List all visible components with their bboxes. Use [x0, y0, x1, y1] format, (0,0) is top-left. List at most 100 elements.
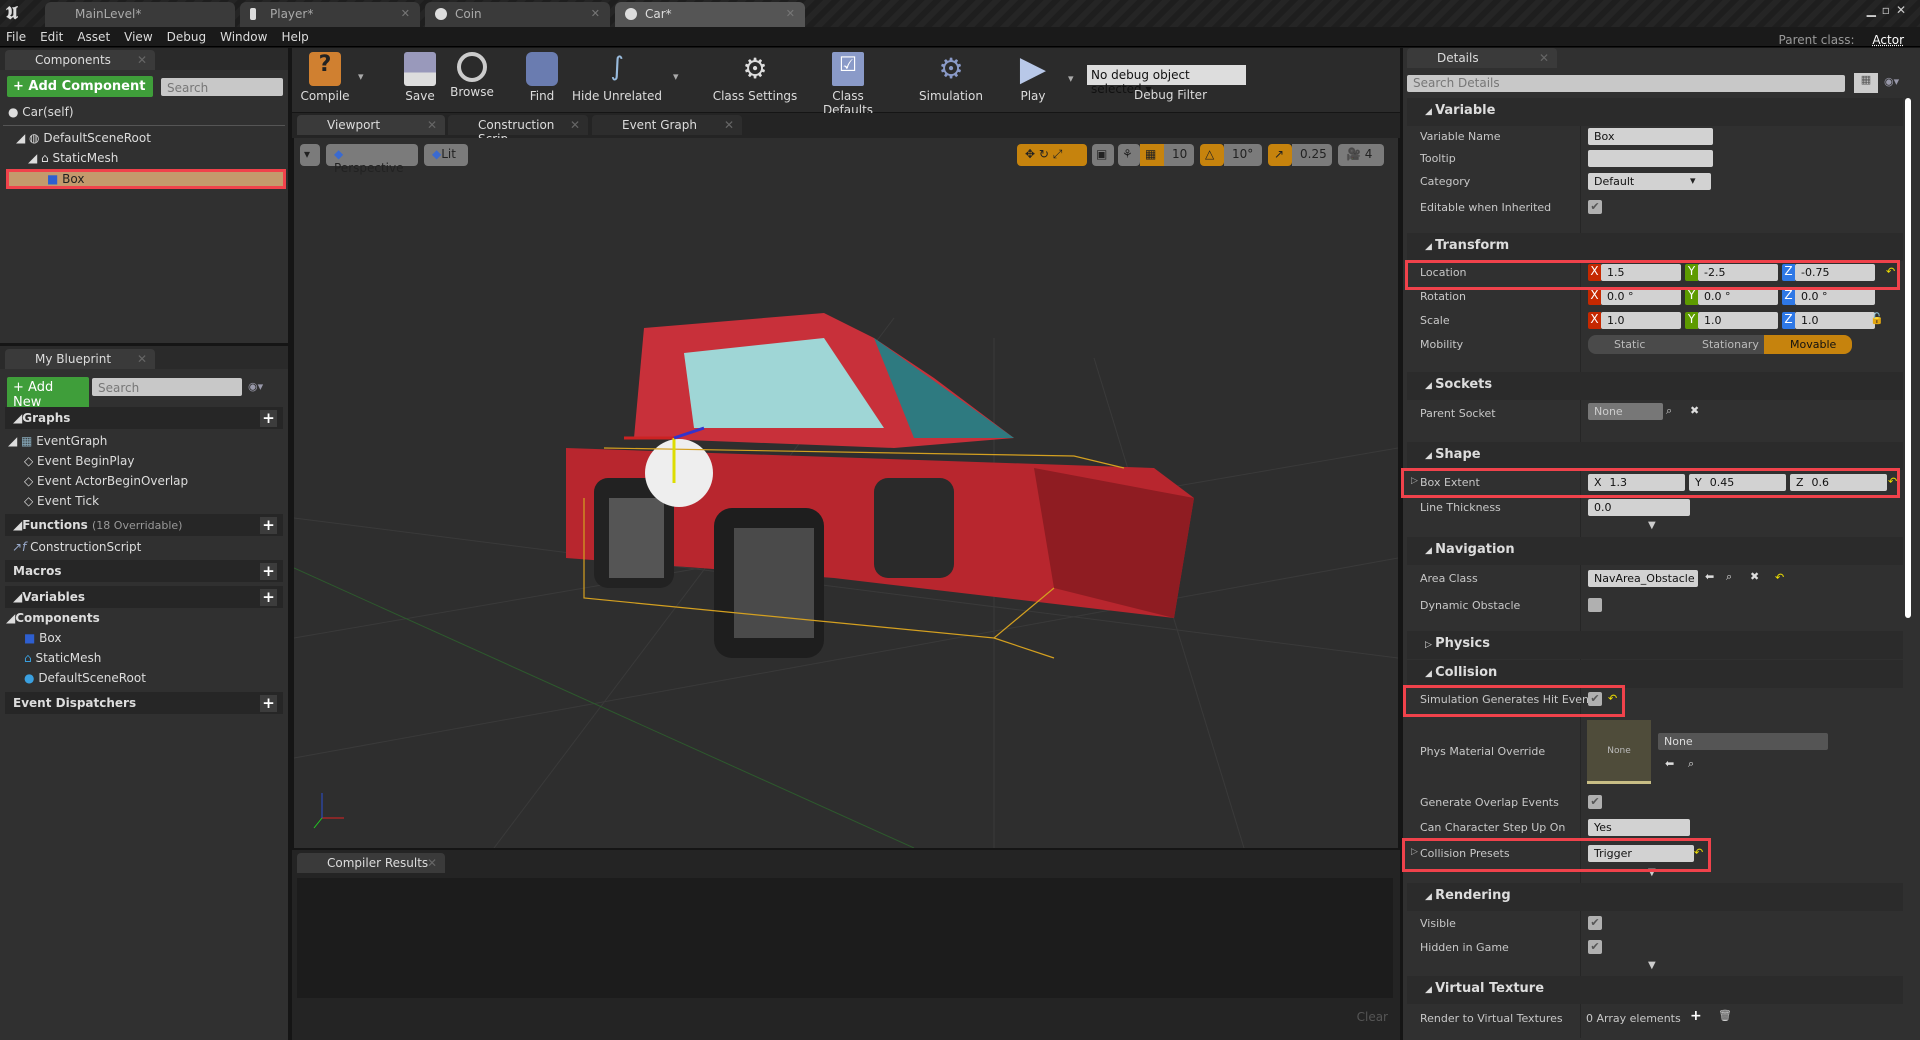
camera-speed-button[interactable]: 🎥 4	[1338, 144, 1384, 166]
components-tab[interactable]: Components ✕	[5, 50, 155, 70]
rotation-snap-value[interactable]: 10°	[1224, 144, 1262, 166]
menu-file[interactable]: File	[0, 27, 34, 44]
rotation-snap-toggle[interactable]: △	[1200, 144, 1224, 166]
tree-item-constructionscript[interactable]: ↗f ConstructionScript	[12, 540, 141, 554]
transform-tools[interactable]: ✥ ↻ ⤢	[1017, 144, 1087, 166]
class-settings-button[interactable]: ⚙ Class Settings	[712, 52, 798, 103]
tab-viewport[interactable]: Viewport ✕	[297, 115, 445, 135]
tree-item-staticmesh[interactable]: ◢ ⌂ StaticMesh	[28, 151, 118, 165]
expand-advanced-icon[interactable]: ▼	[1648, 520, 1656, 531]
section-functions[interactable]: ◢Functions (18 Overridable) +	[5, 514, 283, 536]
details-tab[interactable]: Details ✕	[1407, 48, 1557, 68]
my-blueprint-tab[interactable]: My Blueprint ✕	[5, 349, 155, 369]
add-variable-button[interactable]: +	[260, 589, 277, 606]
close-icon[interactable]: ✕	[137, 352, 147, 366]
add-graph-button[interactable]: +	[260, 410, 277, 427]
tree-item-defaultsceneroot[interactable]: ◢ ◍ DefaultSceneRoot	[16, 131, 151, 145]
scale-x-field[interactable]: 1.0	[1601, 312, 1681, 329]
scale-snap-value[interactable]: 0.25	[1292, 144, 1332, 166]
doc-tab-mainlevel[interactable]: MainLevel*	[45, 2, 235, 27]
menu-debug[interactable]: Debug	[161, 27, 214, 44]
menu-window[interactable]: Window	[214, 27, 275, 44]
section-sockets[interactable]: ◢ Sockets	[1407, 372, 1903, 400]
add-element-icon[interactable]: +	[1690, 1008, 1702, 1024]
tree-item-event[interactable]: ◇ Event BeginPlay	[24, 454, 134, 468]
section-variable[interactable]: ◢ Variable	[1407, 98, 1903, 126]
var-item-box[interactable]: ■ Box	[24, 631, 61, 645]
scale-y-field[interactable]: 1.0	[1698, 312, 1778, 329]
trash-icon[interactable]: 🗑	[1718, 1009, 1732, 1022]
grid-snap-toggle[interactable]: ▦	[1140, 144, 1164, 166]
eye-visibility-icon[interactable]: ◉▾	[1884, 75, 1899, 88]
close-icon[interactable]: ✕	[427, 118, 437, 132]
viewport-options-button[interactable]: ▾	[300, 144, 320, 166]
play-options-dropdown[interactable]: ▾	[1068, 72, 1074, 85]
section-rendering[interactable]: ◢ Rendering	[1407, 883, 1903, 911]
var-item-staticmesh[interactable]: ⌂ StaticMesh	[24, 651, 101, 665]
use-selected-arrow-icon[interactable]: ⬅	[1705, 570, 1714, 583]
section-collision[interactable]: ◢ Collision	[1407, 660, 1903, 688]
browse-icon[interactable]: ⌕	[1688, 757, 1694, 771]
tree-item-eventgraph[interactable]: ◢ ▦ EventGraph	[8, 434, 107, 448]
lock-icon[interactable]: 🔓	[1870, 312, 1884, 325]
add-dispatcher-button[interactable]: +	[260, 695, 277, 712]
clear-icon[interactable]: ✖	[1750, 570, 1759, 583]
eye-visibility-icon[interactable]: ◉▾	[248, 380, 263, 393]
doc-tab-coin[interactable]: Coin ✕	[425, 2, 610, 27]
menu-edit[interactable]: Edit	[34, 27, 71, 44]
mobility-movable-option[interactable]: Movable	[1764, 335, 1852, 354]
close-icon[interactable]: ✕	[1539, 51, 1549, 65]
mobility-stationary-option[interactable]: Stationary	[1676, 335, 1764, 354]
save-button[interactable]: Save	[395, 52, 445, 103]
menu-asset[interactable]: Asset	[71, 27, 118, 44]
lit-button[interactable]: ◆Lit	[424, 144, 468, 166]
compile-button[interactable]: ? Compile	[300, 52, 350, 103]
parent-class-link[interactable]: Actor	[1866, 30, 1912, 47]
close-icon[interactable]: ✕	[427, 856, 437, 870]
area-class-select[interactable]: NavArea_Obstacle	[1588, 570, 1698, 587]
section-physics[interactable]: ▷ Physics	[1407, 631, 1903, 659]
scale-snap-toggle[interactable]: ↗	[1268, 144, 1292, 166]
section-virtual_texture[interactable]: ◢ Virtual Texture	[1407, 976, 1903, 1004]
perspective-button[interactable]: ◆ Perspective	[326, 144, 418, 175]
reset-to-default-icon[interactable]: ↶	[1775, 571, 1784, 584]
hide-unrelated-button[interactable]: ∫ Hide Unrelated	[572, 52, 662, 103]
grid-snap-value[interactable]: 10	[1164, 144, 1194, 166]
step-up-select[interactable]: Yes	[1588, 819, 1690, 836]
clear-button[interactable]: Clear	[1357, 1010, 1388, 1024]
editable-when-inherited-checkbox[interactable]: ✔	[1588, 200, 1602, 214]
tooltip-field[interactable]	[1588, 150, 1713, 167]
play-button[interactable]: ▶ Play	[1008, 52, 1058, 103]
scale-z-field[interactable]: 1.0	[1795, 312, 1875, 329]
section-macros[interactable]: Macros +	[5, 560, 283, 582]
hidden-in-game-checkbox[interactable]: ✔	[1588, 940, 1602, 954]
simulation-button[interactable]: ⚙ Simulation	[918, 52, 984, 103]
section-variables[interactable]: ◢Variables +	[5, 586, 283, 608]
section-transform[interactable]: ◢ Transform	[1407, 233, 1903, 261]
surface-snap-button[interactable]: ⚘	[1118, 144, 1140, 166]
section-shape[interactable]: ◢ Shape	[1407, 442, 1903, 470]
close-icon[interactable]: ✕	[570, 118, 580, 132]
use-selected-arrow-icon[interactable]: ⬅	[1665, 757, 1674, 770]
tab-construction-script[interactable]: Construction Scrip✕	[448, 115, 588, 146]
world-local-toggle[interactable]: ▣	[1092, 144, 1114, 166]
menu-help[interactable]: Help	[275, 27, 316, 44]
variable-name-field[interactable]: Box	[1588, 128, 1713, 145]
section-navigation[interactable]: ◢ Navigation	[1407, 537, 1903, 565]
debug-object-select[interactable]: No debug object selected ▾	[1087, 65, 1246, 96]
generate-overlap-events-checkbox[interactable]: ✔	[1588, 795, 1602, 809]
details-search-input[interactable]: Search Details	[1407, 75, 1845, 92]
window-controls[interactable]: ▁▫✕	[1867, 3, 1912, 17]
expand-advanced-icon[interactable]: ▼	[1648, 960, 1656, 971]
doc-tab-car[interactable]: Car* ✕	[615, 2, 805, 27]
compile-options-dropdown[interactable]: ▾	[358, 70, 364, 83]
close-icon[interactable]: ✕	[401, 7, 410, 20]
tree-item-event[interactable]: ◇ Event ActorBeginOverlap	[24, 474, 188, 488]
rotation-y-field[interactable]: 0.0 °	[1698, 288, 1778, 305]
rotation-z-field[interactable]: 0.0 °	[1795, 288, 1875, 305]
components-search-input[interactable]: Search	[161, 78, 283, 96]
viewport[interactable]: ▾ ◆ Perspective ◆Lit ✥ ↻ ⤢ ▣ ⚘ ▦ 10 △ 10…	[294, 138, 1398, 848]
visible-checkbox[interactable]: ✔	[1588, 916, 1602, 930]
property-matrix-icon[interactable]: ▦	[1854, 73, 1878, 93]
doc-tab-player[interactable]: Player* ✕	[240, 2, 420, 27]
